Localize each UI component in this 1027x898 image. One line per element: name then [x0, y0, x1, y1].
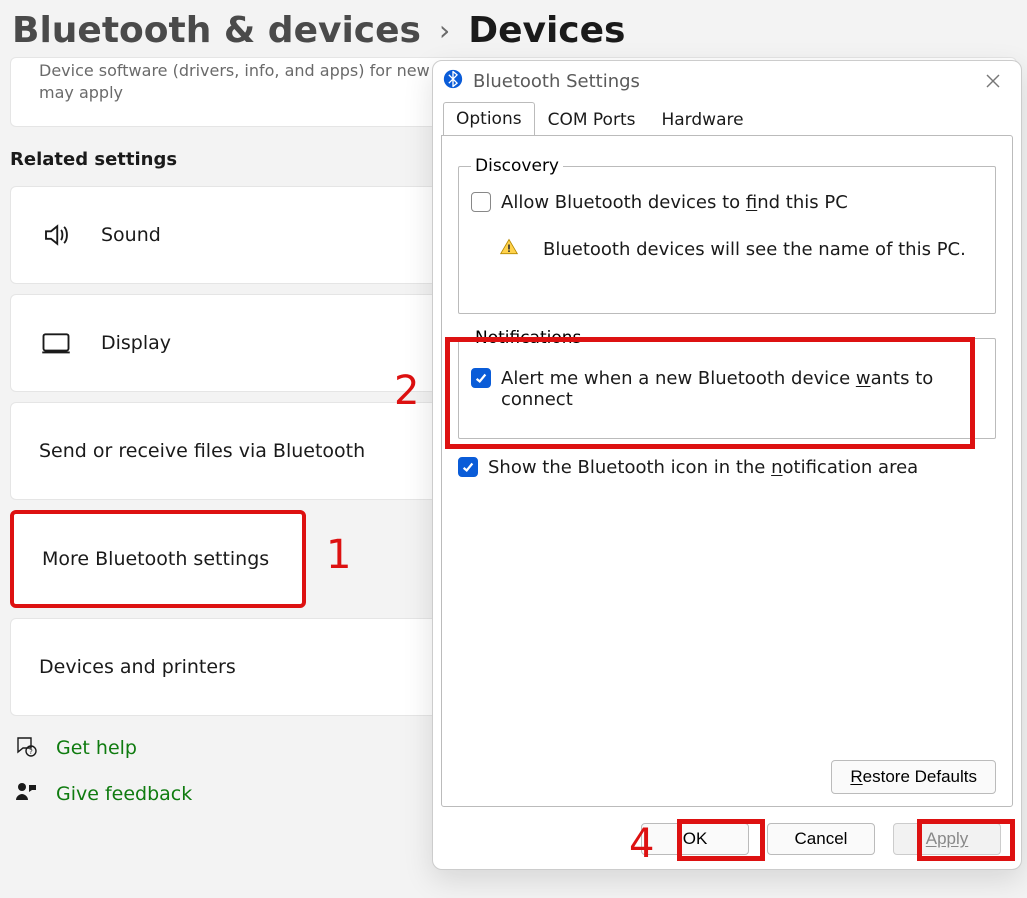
discovery-warning: Bluetooth devices will see the name of t… — [499, 237, 983, 262]
alert-new-device-checkbox[interactable] — [471, 368, 491, 388]
allow-discovery-label: Allow Bluetooth devices to find this PC — [501, 192, 848, 213]
help-icon: ? — [14, 734, 38, 762]
dialog-titlebar: Bluetooth Settings — [433, 61, 1021, 99]
related-item-label: Devices and printers — [39, 656, 236, 678]
dialog-footer: OK Cancel Apply — [433, 811, 1021, 869]
restore-defaults-button[interactable]: Restore Defaults — [831, 760, 996, 794]
annotation-1: 1 — [326, 532, 351, 578]
apply-button[interactable]: Apply — [893, 823, 1001, 855]
breadcrumb-parent[interactable]: Bluetooth & devices — [12, 10, 421, 51]
alert-new-device-label: Alert me when a new Bluetooth device wan… — [501, 368, 983, 410]
breadcrumb-separator-icon: › — [439, 14, 450, 47]
tabpanel-options: Discovery Allow Bluetooth devices to fin… — [441, 135, 1013, 807]
discovery-legend: Discovery — [471, 156, 563, 176]
alert-new-device-row[interactable]: Alert me when a new Bluetooth device wan… — [471, 368, 983, 410]
give-feedback-label: Give feedback — [56, 783, 192, 805]
tab-hardware[interactable]: Hardware — [648, 103, 756, 136]
dialog-title: Bluetooth Settings — [473, 71, 640, 92]
notifications-legend: Notifications — [471, 328, 585, 348]
notifications-group: Notifications Alert me when a new Blueto… — [458, 328, 996, 439]
sound-icon — [39, 218, 73, 252]
cancel-button[interactable]: Cancel — [767, 823, 875, 855]
warning-icon — [499, 237, 519, 262]
related-item-label: Display — [101, 332, 171, 354]
show-icon-row[interactable]: Show the Bluetooth icon in the notificat… — [458, 457, 996, 478]
breadcrumb: Bluetooth & devices › Devices — [12, 10, 1017, 51]
show-icon-label: Show the Bluetooth icon in the notificat… — [488, 457, 918, 478]
related-item-label: More Bluetooth settings — [42, 548, 269, 570]
related-item-label: Send or receive files via Bluetooth — [39, 440, 365, 462]
allow-discovery-row[interactable]: Allow Bluetooth devices to find this PC — [471, 192, 983, 213]
related-item-label: Sound — [101, 224, 161, 246]
dialog-tabs: Options COM Ports Hardware — [443, 101, 1013, 135]
svg-text:?: ? — [29, 748, 33, 756]
discovery-group: Discovery Allow Bluetooth devices to fin… — [458, 156, 996, 314]
tab-com-ports[interactable]: COM Ports — [535, 103, 649, 136]
display-icon — [39, 326, 73, 360]
annotation-2: 2 — [394, 368, 419, 414]
breadcrumb-current: Devices — [468, 10, 625, 51]
tab-options[interactable]: Options — [443, 102, 535, 136]
feedback-icon — [14, 780, 38, 808]
annotation-4: 4 — [629, 821, 654, 867]
get-help-label: Get help — [56, 737, 137, 759]
bluetooth-icon — [443, 69, 463, 93]
related-item-more-bluetooth[interactable]: More Bluetooth settings — [10, 510, 306, 608]
discovery-warning-text: Bluetooth devices will see the name of t… — [543, 239, 966, 260]
show-icon-checkbox[interactable] — [458, 457, 478, 477]
ok-button[interactable]: OK — [641, 823, 749, 855]
close-button[interactable] — [975, 67, 1011, 95]
allow-discovery-checkbox[interactable] — [471, 192, 491, 212]
bluetooth-settings-dialog: Bluetooth Settings Options COM Ports Har… — [432, 60, 1022, 870]
